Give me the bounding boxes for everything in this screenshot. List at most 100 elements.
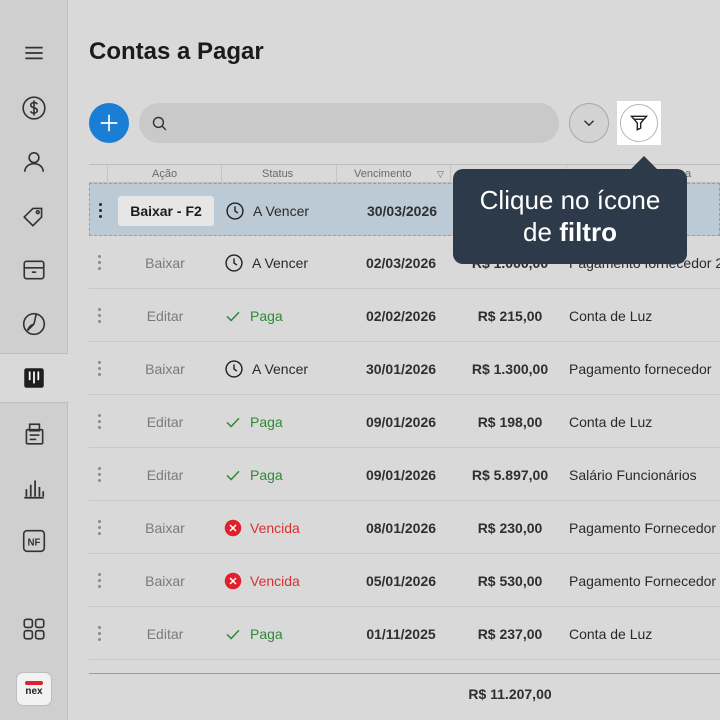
nex-logo[interactable]: nex: [16, 672, 52, 706]
row-status: Paga: [224, 448, 283, 501]
sort-icon[interactable]: ▽: [437, 169, 444, 180]
row-action-button[interactable]: Baixar - F2: [118, 184, 214, 237]
table-row[interactable]: Editar Paga 09/01/2026 R$ 198,00 Conta de Lu…: [89, 395, 720, 448]
row-menu-icon[interactable]: [95, 184, 105, 237]
header-vencimento[interactable]: Vencimento: [354, 168, 411, 180]
row-action-label: Baixar: [145, 254, 185, 271]
row-value: R$ 1.300,00: [471, 360, 549, 377]
user-icon[interactable]: [0, 137, 68, 187]
row-action-button[interactable]: Baixar: [121, 236, 209, 289]
row-action-button[interactable]: Baixar: [121, 342, 209, 395]
header-status[interactable]: Status: [262, 168, 293, 180]
row-status: Paga: [224, 395, 283, 448]
expand-button[interactable]: [569, 103, 609, 143]
overdue-icon: [224, 519, 242, 536]
overdue-icon: [224, 572, 242, 589]
filter-highlight: [617, 101, 661, 145]
table-row[interactable]: Editar Paga 01/11/2025 R$ 237,00 Conta de Lu…: [89, 607, 720, 660]
row-value: R$ 5.897,00: [471, 466, 549, 483]
row-value: R$ 198,00: [477, 413, 543, 430]
tooltip-line-1: Clique no ícone: [479, 185, 661, 215]
row-action-label: Editar: [146, 413, 184, 430]
tag-icon[interactable]: [0, 191, 68, 241]
row-description: Pagamento Fornecedor: [569, 572, 717, 589]
row-action-button[interactable]: Editar: [121, 289, 209, 342]
row-action-button[interactable]: Editar: [121, 448, 209, 501]
tooltip-line-2-prefix: de: [523, 217, 560, 247]
row-action-button[interactable]: Editar: [121, 395, 209, 448]
nf-icon[interactable]: NF: [0, 516, 68, 566]
row-status-label: Paga: [250, 413, 283, 430]
row-menu-icon[interactable]: [94, 501, 104, 554]
add-button[interactable]: [89, 103, 129, 143]
row-status: Paga: [224, 289, 283, 342]
row-due-date: 08/01/2026: [365, 519, 437, 536]
page-title: Contas a Pagar: [89, 38, 264, 65]
total-divider: [89, 673, 720, 674]
chart-pie-icon[interactable]: [0, 299, 68, 349]
row-menu-icon[interactable]: [94, 554, 104, 607]
nex-logo-text: nex: [25, 686, 43, 697]
row-menu-icon[interactable]: [94, 607, 104, 660]
clock-icon: [225, 253, 243, 272]
row-status-label: Paga: [250, 625, 283, 642]
search-bar[interactable]: [139, 103, 559, 143]
header-divider: [221, 165, 222, 184]
table-row[interactable]: Baixar Vencida 08/01/2026 R$ 230,00 Pagament…: [89, 501, 720, 554]
row-action-button[interactable]: Baixar: [121, 501, 209, 554]
table-row[interactable]: Baixar A Vencer 30/01/2026 R$ 1.300,00 Pagam…: [89, 342, 720, 395]
row-menu-icon[interactable]: [94, 236, 104, 289]
row-status: A Vencer: [224, 342, 308, 395]
check-icon: [226, 311, 240, 322]
search-input[interactable]: [176, 115, 536, 131]
row-description: Conta de Luz: [569, 307, 653, 324]
plus-icon: [100, 114, 118, 132]
row-menu-icon[interactable]: [94, 342, 104, 395]
row-value: R$ 215,00: [477, 307, 543, 324]
apps-grid-icon[interactable]: [0, 604, 68, 654]
header-acao[interactable]: Ação: [152, 168, 177, 180]
row-menu-icon[interactable]: [94, 395, 104, 448]
row-description: Salário Funcionários: [569, 466, 697, 483]
row-description: Pagamento Fornecedor: [569, 519, 717, 536]
row-status-label: A Vencer: [252, 360, 309, 377]
box-icon[interactable]: [0, 245, 68, 295]
row-action-label: Baixar: [145, 360, 185, 377]
row-action-button[interactable]: Editar: [121, 607, 209, 660]
row-status: Paga: [224, 607, 283, 660]
row-status-label: Vencida: [250, 572, 300, 589]
row-action-label: Editar: [146, 625, 184, 642]
clock-icon: [226, 201, 244, 220]
total-value: R$ 11.207,00: [468, 686, 552, 702]
header-divider: [107, 165, 108, 184]
bar-chart-icon[interactable]: [0, 463, 68, 513]
table-row[interactable]: Baixar Vencida 05/01/2026 R$ 530,00 Pagament…: [89, 554, 720, 607]
clock-icon: [225, 359, 243, 378]
payables-icon[interactable]: [0, 353, 68, 403]
row-status: A Vencer: [224, 236, 308, 289]
row-value: R$ 230,00: [477, 519, 543, 536]
receipt-icon[interactable]: [0, 409, 68, 459]
table-row[interactable]: Editar Paga 09/01/2026 R$ 5.897,00 Salário F…: [89, 448, 720, 501]
row-action-button[interactable]: Baixar: [121, 554, 209, 607]
row-due-date: 09/01/2026: [365, 413, 437, 430]
dollar-icon[interactable]: [0, 83, 68, 133]
check-icon: [226, 470, 240, 481]
row-description: Pagamento fornecedor: [569, 360, 712, 377]
row-due-date: 02/03/2026: [365, 254, 437, 271]
row-action-label: Baixar: [145, 572, 185, 589]
check-icon: [226, 629, 240, 640]
sidebar: NF nex: [0, 0, 68, 720]
row-value: R$ 237,00: [477, 625, 543, 642]
filter-icon: [629, 115, 649, 131]
row-menu-icon[interactable]: [94, 448, 104, 501]
row-status: A Vencer: [225, 184, 309, 237]
table-row[interactable]: Editar Paga 02/02/2026 R$ 215,00 Conta de Lu…: [89, 289, 720, 342]
menu-icon[interactable]: [0, 28, 68, 78]
row-menu-icon[interactable]: [94, 289, 104, 342]
filter-button[interactable]: [620, 104, 658, 142]
row-status-label: A Vencer: [252, 254, 309, 271]
tooltip-bold-word: filtro: [559, 217, 617, 247]
row-status-label: Vencida: [250, 519, 300, 536]
row-description: Conta de Luz: [569, 413, 653, 430]
